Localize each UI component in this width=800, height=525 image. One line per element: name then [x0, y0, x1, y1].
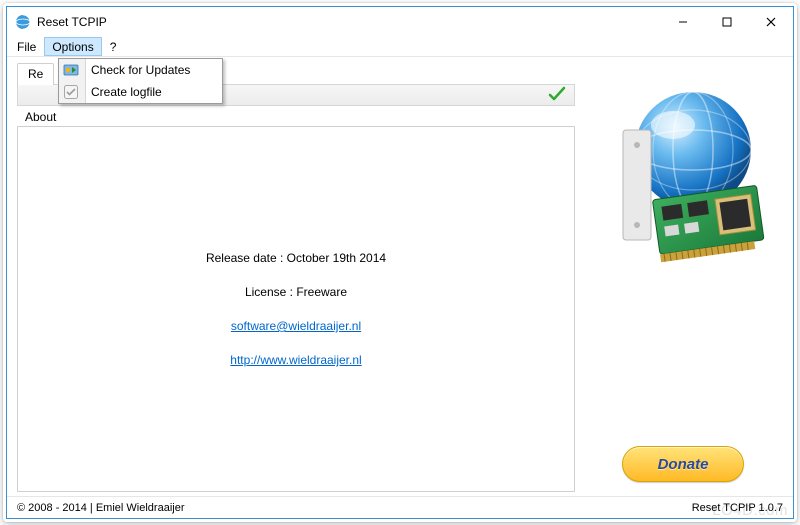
title-bar: Reset TCPIP	[7, 7, 793, 37]
dropdown-item-label: Check for Updates	[91, 63, 190, 77]
menu-file[interactable]: File	[9, 37, 44, 56]
close-button[interactable]	[749, 7, 793, 37]
release-date-text: Release date : October 19th 2014	[206, 251, 386, 265]
tab-about[interactable]: About	[25, 110, 575, 124]
copyright-text: © 2008 - 2014 | Emiel Wieldraaijer	[17, 502, 184, 514]
about-panel: Release date : October 19th 2014 License…	[17, 126, 575, 492]
globe-network-icon	[593, 85, 773, 265]
website-link[interactable]: http://www.wieldraaijer.nl	[230, 353, 361, 367]
email-link[interactable]: software@wieldraaijer.nl	[231, 319, 361, 333]
menu-create-logfile[interactable]: Create logfile	[85, 81, 222, 103]
options-dropdown: Check for Updates Create logfile	[58, 58, 223, 104]
menu-options[interactable]: Options	[44, 37, 101, 56]
app-window: Reset TCPIP File Options ? Check for Upd…	[6, 6, 794, 519]
window-title: Reset TCPIP	[37, 15, 661, 29]
menu-help[interactable]: ?	[102, 37, 125, 56]
status-bar: © 2008 - 2014 | Emiel Wieldraaijer Reset…	[7, 496, 793, 518]
checkbox-icon	[63, 84, 79, 100]
dropdown-item-label: Create logfile	[91, 85, 162, 99]
maximize-button[interactable]	[705, 7, 749, 37]
updates-icon	[63, 62, 79, 78]
donate-button[interactable]: Donate	[622, 446, 744, 482]
watermark: LO4D.com	[712, 502, 788, 519]
menu-bar: File Options ?	[7, 37, 793, 57]
license-text: License : Freeware	[245, 285, 347, 299]
minimize-button[interactable]	[661, 7, 705, 37]
tab-hidden[interactable]: Re	[17, 63, 54, 85]
menu-check-updates[interactable]: Check for Updates	[85, 59, 222, 81]
checkmark-icon	[548, 85, 566, 106]
app-icon	[15, 14, 31, 30]
